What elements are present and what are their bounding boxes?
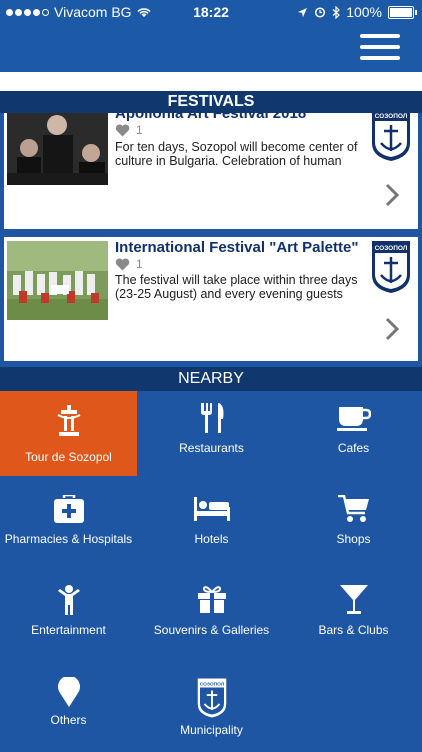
- nearby-label: Shops: [336, 532, 371, 546]
- first-aid-icon: [53, 495, 84, 523]
- municipality-logo-icon: СОЗОПОЛ: [197, 678, 226, 718]
- nearby-label: Souvenirs & Galleries: [153, 623, 270, 637]
- nearby-souvenirs-galleries[interactable]: Souvenirs & Galleries: [143, 575, 280, 660]
- festival-title: International Festival "Art Palette": [115, 239, 359, 256]
- header-divider: [0, 72, 422, 91]
- nearby-label: Restaurants: [179, 441, 244, 455]
- nearby-label: Tour de Sozopol: [25, 450, 112, 464]
- festival-photo: [7, 241, 108, 320]
- hamburger-menu-icon[interactable]: [360, 32, 400, 62]
- nearby-label: Others: [50, 713, 87, 727]
- battery-percent: 100%: [346, 4, 382, 20]
- festival-likes[interactable]: 1: [115, 123, 143, 137]
- heart-icon: [115, 124, 130, 136]
- nearby-others[interactable]: Others: [0, 667, 137, 752]
- coffee-cup-icon: [336, 407, 371, 431]
- festivals-list: Apollonia Art Festival 2018 1 For ten da…: [0, 113, 422, 367]
- fork-knife-icon: [200, 403, 223, 433]
- status-right: 100%: [297, 4, 417, 20]
- nearby-label: Entertainment: [31, 623, 106, 637]
- nearby-pharmacies-hospitals[interactable]: Pharmacies & Hospitals: [0, 483, 137, 568]
- nearby-label: Municipality: [180, 723, 243, 737]
- festival-card[interactable]: Apollonia Art Festival 2018 1 For ten da…: [4, 113, 418, 229]
- nearby-cafes[interactable]: Cafes: [285, 391, 422, 476]
- likes-count: 1: [136, 257, 143, 271]
- festival-description: For ten days, Sozopol will become center…: [115, 140, 358, 168]
- likes-count: 1: [136, 123, 143, 137]
- festival-title: Apollonia Art Festival 2018: [115, 113, 307, 122]
- nearby-tour-de-sozopol[interactable]: Tour de Sozopol: [0, 391, 137, 476]
- status-bar: Vivacom BG 18:22 100%: [0, 0, 422, 24]
- festival-description: The festival will take place within thre…: [115, 273, 358, 301]
- svg-text:СОЗОПОЛ: СОЗОПОЛ: [375, 113, 408, 120]
- nearby-bars-clubs[interactable]: Bars & Clubs: [285, 575, 422, 660]
- cocktail-icon: [339, 585, 368, 614]
- nearby-municipality[interactable]: СОЗОПОЛ Municipality: [143, 667, 280, 752]
- bed-icon: [193, 497, 230, 521]
- nearby-label: Cafes: [337, 441, 370, 455]
- nearby-shops[interactable]: Shops: [285, 483, 422, 568]
- map-pin-icon: [57, 677, 80, 707]
- chevron-right-icon[interactable]: [384, 317, 400, 341]
- nearby-label: Hotels: [194, 532, 229, 546]
- sozopol-logo-icon: СОЗОПОЛ: [372, 113, 410, 161]
- person-icon: [57, 585, 80, 615]
- heart-icon: [115, 258, 130, 270]
- festival-likes[interactable]: 1: [115, 257, 143, 271]
- chevron-right-icon[interactable]: [384, 183, 400, 207]
- nearby-label: Pharmacies & Hospitals: [4, 532, 133, 546]
- nearby-label: Bars & Clubs: [318, 623, 389, 637]
- sozopol-logo-icon: СОЗОПОЛ: [372, 241, 410, 293]
- alarm-icon: [315, 7, 326, 18]
- festival-card[interactable]: International Festival "Art Palette" 1 T…: [4, 237, 418, 361]
- svg-text:СОЗОПОЛ: СОЗОПОЛ: [375, 245, 408, 252]
- bluetooth-icon: [332, 5, 341, 19]
- location-arrow-icon: [298, 7, 308, 17]
- tour-icon: [57, 405, 80, 436]
- nearby-grid: Tour de Sozopol Restaurants Cafes Pharma…: [0, 391, 422, 750]
- nearby-entertainment[interactable]: Entertainment: [0, 575, 137, 660]
- festivals-header: FESTIVALS: [0, 91, 422, 113]
- nav-bar: [0, 24, 422, 72]
- gift-icon: [197, 586, 226, 613]
- festival-photo: [7, 113, 108, 185]
- nearby-hotels[interactable]: Hotels: [143, 483, 280, 568]
- battery-icon: [388, 5, 417, 19]
- svg-text:СОЗОПОЛ: СОЗОПОЛ: [199, 681, 224, 687]
- cart-icon: [337, 495, 369, 522]
- nearby-header: NEARBY: [0, 367, 422, 391]
- nearby-restaurants[interactable]: Restaurants: [143, 391, 280, 476]
